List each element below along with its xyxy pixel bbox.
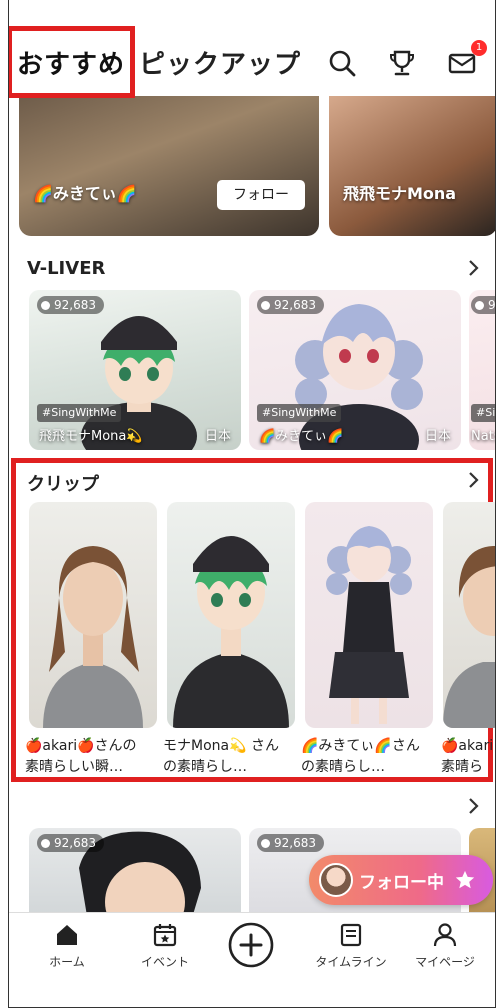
trophy-icon[interactable] bbox=[387, 48, 417, 78]
vliver-name: 🌈みきてぃ🌈 bbox=[259, 429, 344, 444]
viewer-count: 92 bbox=[471, 296, 496, 314]
clip-thumbnail[interactable] bbox=[305, 502, 433, 728]
top-live-card[interactable]: 飛飛モナMona bbox=[329, 96, 495, 236]
star-icon bbox=[455, 870, 475, 889]
nav-mypage-label: マイページ bbox=[415, 955, 475, 969]
streamer-name: 飛飛モナMona bbox=[343, 184, 457, 203]
following-label: フォロー中 bbox=[359, 872, 444, 893]
hashtag-badge: #Sin bbox=[471, 404, 495, 422]
calendar-icon bbox=[153, 924, 177, 947]
nav-event-label: イベント bbox=[140, 955, 189, 969]
top-live-card[interactable]: 🌈みきてぃ🌈 フォロー bbox=[19, 96, 319, 236]
viewer-count: 92,683 bbox=[37, 834, 104, 852]
nav-home[interactable]: ホーム bbox=[19, 921, 115, 970]
section-title-clips: クリップ bbox=[27, 474, 99, 495]
live-dot-icon bbox=[41, 838, 50, 848]
clip-caption[interactable]: 🌈みきてぃ🌈さんの素晴らし… bbox=[301, 736, 425, 778]
vliver-card[interactable]: 92,683 #SingWithMe 🌈みきてぃ🌈 日本 bbox=[249, 290, 461, 450]
live-dot-icon bbox=[475, 300, 484, 310]
viewer-count-value: 92,683 bbox=[274, 836, 316, 850]
clip-image bbox=[443, 546, 495, 728]
app-frame: おすすめ ピックアップ 1 🌈みきてぃ🌈 フォロー 飛飛モナMona V-LIV… bbox=[8, 0, 496, 1008]
nav-mypage[interactable]: マイページ bbox=[397, 921, 493, 970]
timeline-icon bbox=[340, 923, 362, 947]
clip-thumbnail[interactable] bbox=[167, 502, 295, 728]
viewer-count-value: 92,683 bbox=[274, 298, 316, 312]
mail-badge: 1 bbox=[471, 40, 487, 56]
clip-thumbnail[interactable] bbox=[29, 502, 157, 728]
person-icon bbox=[433, 923, 457, 947]
vliver-card[interactable]: 92,683 #SingWithMe 飛飛モナMona💫 日本 bbox=[29, 290, 241, 450]
viewer-count: 92,683 bbox=[257, 296, 324, 314]
clip-caption[interactable]: 🍎akari素晴ら bbox=[441, 736, 495, 778]
add-icon[interactable] bbox=[227, 921, 275, 969]
chevron-right-icon[interactable] bbox=[467, 796, 481, 816]
hashtag-badge: #SingWithMe bbox=[257, 404, 342, 422]
section-title-vliver: V-LIVER bbox=[27, 258, 106, 279]
clip-image bbox=[326, 526, 412, 724]
chevron-right-icon[interactable] bbox=[467, 258, 481, 278]
avatar bbox=[319, 863, 353, 897]
vliver-name: 飛飛モナMona💫 bbox=[39, 429, 143, 444]
viewer-count-value: 92,683 bbox=[54, 298, 96, 312]
viewer-count-value: 92,683 bbox=[54, 836, 96, 850]
vliver-country: 日本 bbox=[204, 429, 231, 444]
chevron-right-icon[interactable] bbox=[467, 470, 481, 490]
vliver-card[interactable]: 92 #Sin Nats bbox=[469, 290, 496, 450]
tab-recommend[interactable]: おすすめ bbox=[17, 44, 125, 81]
hashtag-badge: #SingWithMe bbox=[37, 404, 122, 422]
header: おすすめ ピックアップ 1 bbox=[9, 0, 495, 98]
viewer-count: 92,683 bbox=[257, 834, 324, 852]
tab-pickup[interactable]: ピックアップ bbox=[139, 44, 301, 81]
search-icon[interactable] bbox=[327, 48, 357, 78]
clip-image bbox=[173, 536, 289, 728]
nav-timeline[interactable]: タイムライン bbox=[303, 921, 399, 970]
follow-button[interactable]: フォロー bbox=[217, 180, 305, 210]
streamer-name: 🌈みきてぃ🌈 bbox=[33, 184, 137, 203]
clip-image bbox=[43, 546, 143, 728]
clip-thumbnail[interactable] bbox=[443, 502, 495, 728]
live-dot-icon bbox=[261, 300, 270, 310]
clip-caption[interactable]: 🍎akari🍎さんの素晴らしい瞬… bbox=[25, 736, 149, 778]
bottom-nav: ホーム イベント タイムライン マイページ bbox=[9, 912, 495, 1007]
live-dot-icon bbox=[261, 838, 270, 848]
vliver-name: Nats bbox=[471, 429, 495, 444]
viewer-count: 92,683 bbox=[37, 296, 104, 314]
vliver-country: 日本 bbox=[424, 429, 451, 444]
home-icon bbox=[57, 925, 77, 945]
following-float-button[interactable]: フォロー中 bbox=[309, 855, 493, 905]
live-dot-icon bbox=[41, 300, 50, 310]
nav-event[interactable]: イベント bbox=[117, 921, 213, 970]
clip-caption[interactable]: モナMona💫 さんの素晴らし… bbox=[163, 736, 287, 778]
nav-home-label: ホーム bbox=[49, 955, 85, 969]
nav-timeline-label: タイムライン bbox=[315, 955, 387, 969]
viewer-count-value: 92 bbox=[488, 298, 496, 312]
